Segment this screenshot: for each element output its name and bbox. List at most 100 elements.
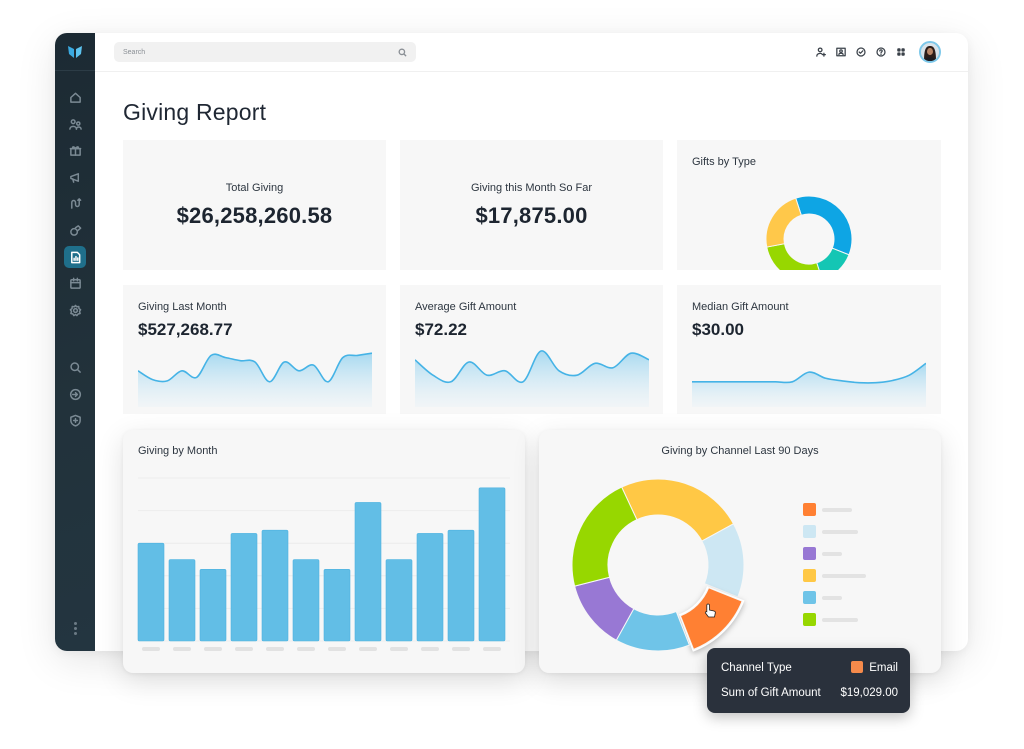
gifts-by-type-slice[interactable] — [766, 243, 823, 270]
bar-month-1[interactable] — [137, 542, 165, 642]
page-title: Giving Report — [123, 99, 267, 125]
bar-month-11[interactable] — [447, 529, 475, 642]
legend-label-placeholder — [822, 618, 858, 622]
x-tick-label-placeholder — [204, 647, 222, 651]
x-tick-label-placeholder — [142, 647, 160, 651]
bar-month-3[interactable] — [199, 568, 227, 642]
x-tick-label-placeholder — [452, 647, 470, 651]
avatar-image — [921, 43, 939, 61]
search-icon — [398, 47, 407, 57]
gifts-by-type-slice[interactable] — [765, 197, 802, 248]
logo-icon — [68, 46, 82, 58]
calendar-icon[interactable] — [64, 272, 86, 294]
donation-icon[interactable] — [64, 219, 86, 241]
x-tick-label-placeholder — [421, 647, 439, 651]
giving-last-month-card: Giving Last Month $527,268.77 — [123, 285, 386, 414]
legend-swatch[interactable] — [803, 503, 816, 516]
median-gift-card: Median Gift Amount $30.00 — [677, 285, 941, 414]
gifts-by-type-donut — [765, 195, 853, 270]
report-icon[interactable] — [64, 246, 86, 268]
giving-by-channel-card: Giving by Channel Last 90 Days — [539, 430, 941, 673]
tooltip-channel-type-value: Email — [869, 662, 898, 674]
gift-icon[interactable] — [64, 139, 86, 161]
sidebar — [55, 33, 95, 651]
x-tick-label-placeholder — [328, 647, 346, 651]
x-tick-label-placeholder — [266, 647, 284, 651]
average-gift-label: Average Gift Amount — [415, 301, 517, 313]
help-icon[interactable] — [871, 41, 891, 63]
route-icon[interactable] — [64, 192, 86, 214]
bar-month-9[interactable] — [385, 559, 413, 642]
giving-this-month-card: Giving this Month So Far $17,875.00 — [400, 140, 663, 270]
legend-label-placeholder — [822, 574, 866, 578]
contact-card-icon[interactable] — [831, 41, 851, 63]
median-gift-label: Median Gift Amount — [692, 301, 789, 313]
legend-swatch[interactable] — [803, 613, 816, 626]
settings-icon[interactable] — [64, 299, 86, 321]
x-tick-label-placeholder — [359, 647, 377, 651]
tooltip-channel-type-label: Channel Type — [721, 661, 792, 674]
tooltip-color-swatch — [851, 661, 864, 673]
apps-grid-icon[interactable] — [891, 41, 911, 63]
add-user-icon[interactable] — [811, 41, 831, 63]
check-circle-icon[interactable] — [851, 41, 871, 63]
bar-month-10[interactable] — [416, 533, 444, 642]
chart-tooltip: Channel Type Email Sum of Gift Amount $1… — [707, 648, 910, 713]
megaphone-icon[interactable] — [64, 166, 86, 188]
x-tick-label-placeholder — [297, 647, 315, 651]
giving-last-month-sparkline — [138, 352, 372, 407]
legend-swatch[interactable] — [803, 569, 816, 582]
bar-month-7[interactable] — [323, 568, 351, 642]
legend-label-placeholder — [822, 552, 842, 556]
bar-month-4[interactable] — [230, 533, 258, 642]
bar-month-6[interactable] — [292, 559, 320, 642]
legend-label-placeholder — [822, 596, 842, 600]
bar-month-8[interactable] — [354, 502, 382, 642]
average-gift-value: $72.22 — [415, 320, 467, 339]
legend-swatch[interactable] — [803, 591, 816, 604]
giving-by-channel-slice-email[interactable] — [679, 587, 743, 650]
people-icon[interactable] — [64, 113, 86, 135]
logo[interactable] — [55, 33, 95, 71]
legend-label-placeholder — [822, 508, 852, 512]
tooltip-channel-type-value-wrap: Email — [851, 661, 898, 674]
legend-label-placeholder — [822, 530, 858, 534]
legend-swatch[interactable] — [803, 547, 816, 560]
x-tick-label-placeholder — [235, 647, 253, 651]
search-placeholder: Search — [123, 48, 146, 56]
giving-this-month-label: Giving this Month So Far — [470, 181, 593, 194]
legend-swatch[interactable] — [803, 525, 816, 538]
more-menu-button[interactable] — [72, 622, 78, 635]
top-bar: Search — [95, 33, 968, 72]
giving-by-channel-slice[interactable] — [620, 478, 735, 542]
giving-by-month-chart — [137, 477, 510, 651]
gifts-by-type-slice[interactable] — [795, 195, 853, 256]
gifts-by-type-card: Gifts by Type — [677, 140, 941, 270]
median-gift-sparkline — [692, 362, 926, 407]
x-tick-label-placeholder — [173, 647, 191, 651]
user-avatar[interactable] — [919, 41, 941, 63]
search-icon[interactable] — [64, 356, 86, 378]
giving-this-month-value: $17,875.00 — [475, 202, 588, 228]
total-giving-card: Total Giving $26,258,260.58 — [123, 140, 386, 270]
giving-by-channel-slice[interactable] — [571, 486, 638, 587]
sparkline-area — [415, 350, 649, 407]
shield-icon[interactable] — [64, 409, 86, 431]
search-input[interactable]: Search — [114, 42, 416, 62]
average-gift-card: Average Gift Amount $72.22 — [400, 285, 663, 414]
giving-by-channel-chart — [571, 478, 866, 652]
bar-month-12[interactable] — [478, 487, 506, 642]
bar-month-2[interactable] — [168, 559, 196, 642]
median-gift-value: $30.00 — [692, 320, 744, 339]
sign-in-icon[interactable] — [64, 383, 86, 405]
total-giving-label: Total Giving — [225, 181, 284, 194]
tooltip-sum-value: $19,029.00 — [840, 687, 898, 699]
bar-month-5[interactable] — [261, 529, 289, 642]
giving-last-month-value: $527,268.77 — [138, 320, 233, 339]
giving-by-month-card: Giving by Month — [123, 430, 525, 673]
total-giving-value: $26,258,260.58 — [176, 202, 333, 228]
home-icon[interactable] — [64, 86, 86, 108]
top-icon-group — [811, 41, 941, 63]
x-tick-label-placeholder — [483, 647, 501, 651]
x-tick-label-placeholder — [390, 647, 408, 651]
